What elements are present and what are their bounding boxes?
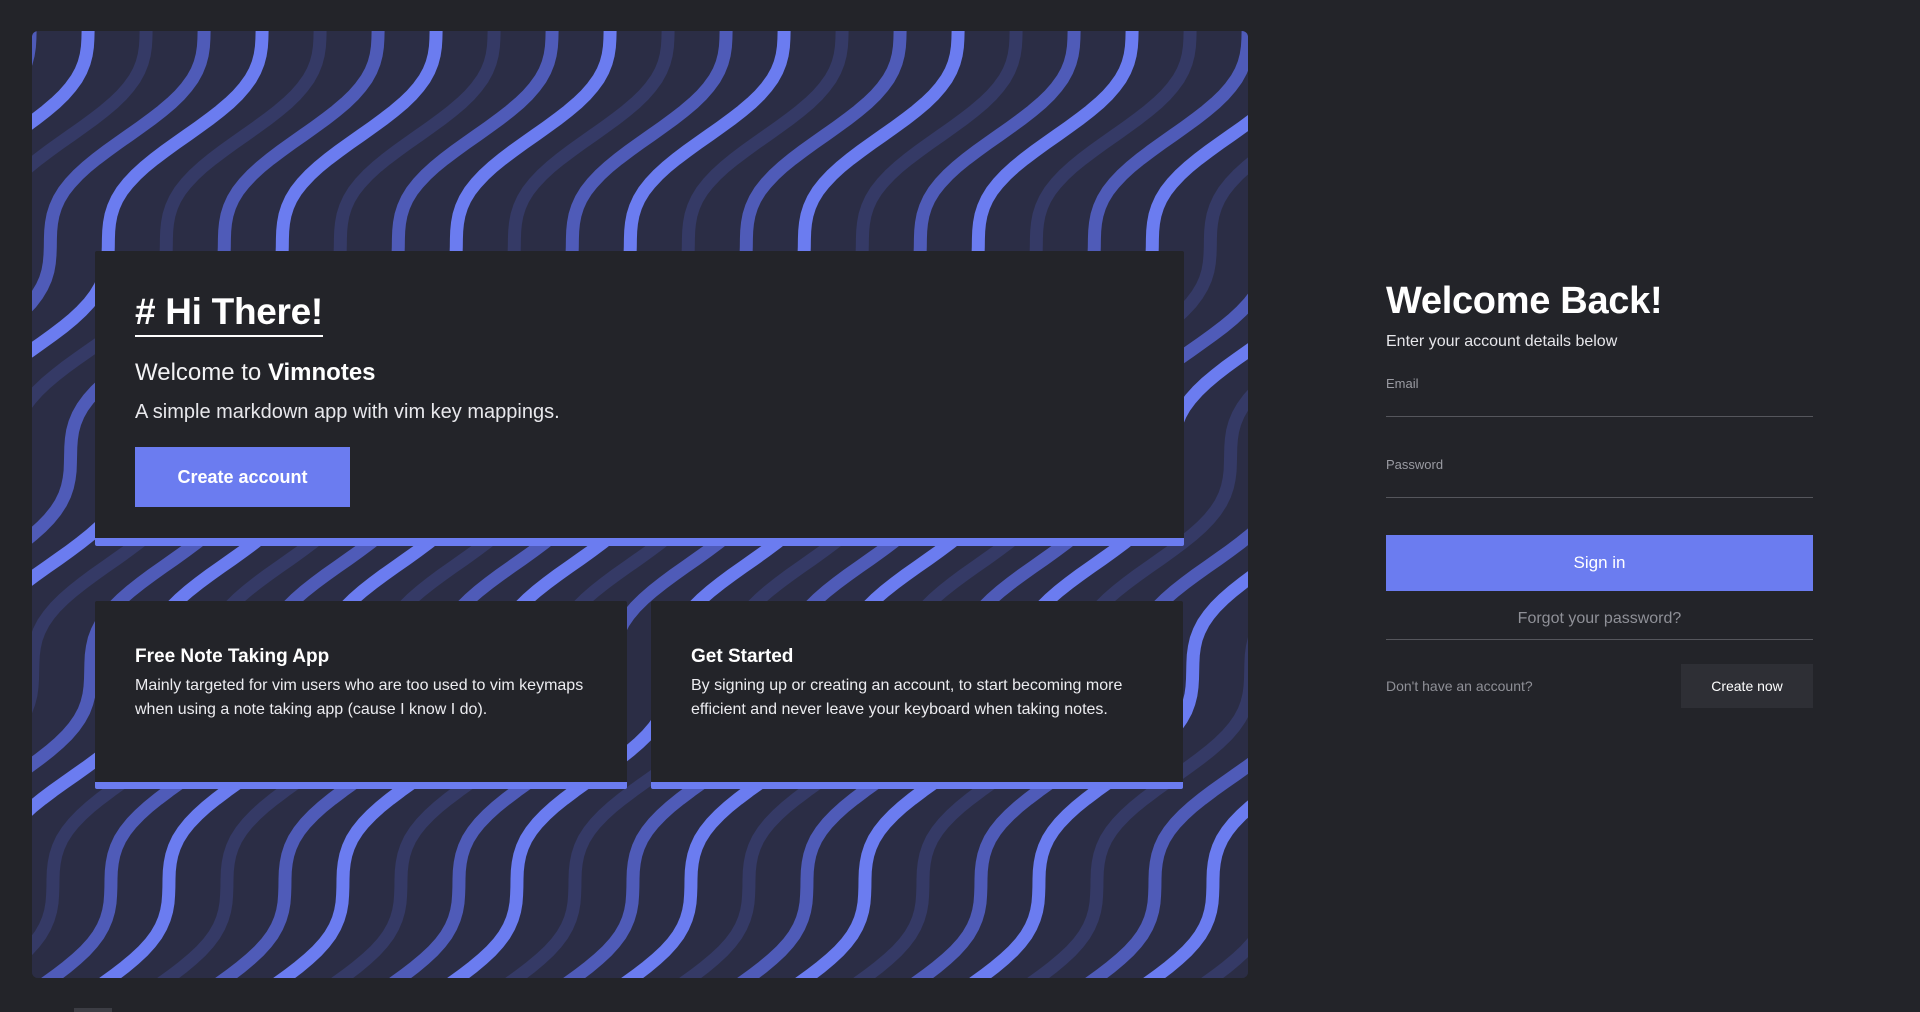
password-label: Password bbox=[1386, 457, 1444, 472]
hero-panel: # Hi There! Welcome to Vimnotes A simple… bbox=[32, 31, 1248, 978]
signin-panel: Welcome Back! Enter your account details… bbox=[1386, 280, 1813, 708]
email-field-group: Email bbox=[1386, 376, 1813, 417]
app-name: Vimnotes bbox=[267, 359, 376, 386]
bottom-edge-mark bbox=[74, 1008, 112, 1012]
welcome-prefix: Welcome to bbox=[135, 359, 268, 386]
feature-card-get-started: Get Started By signing up or creating an… bbox=[651, 601, 1183, 789]
register-row: Don't have an account? Create now bbox=[1386, 664, 1813, 708]
tagline: A simple markdown app with vim key mappi… bbox=[135, 401, 560, 423]
create-account-button[interactable]: Create account bbox=[135, 447, 350, 507]
sign-in-button[interactable]: Sign in bbox=[1386, 535, 1813, 591]
intro-card: # Hi There! Welcome to Vimnotes A simple… bbox=[95, 251, 1184, 546]
intro-heading: # Hi There! bbox=[135, 291, 323, 337]
welcome-line: Welcome to Vimnotes bbox=[135, 359, 1144, 387]
password-field[interactable] bbox=[1386, 476, 1813, 493]
feature-card-body: By signing up or creating an account, to… bbox=[691, 677, 1123, 718]
signin-subtitle: Enter your account details below bbox=[1386, 333, 1618, 350]
feature-card-title: Get Started bbox=[691, 646, 794, 667]
password-field-group: Password bbox=[1386, 457, 1813, 498]
signin-title: Welcome Back! bbox=[1386, 280, 1663, 322]
create-now-button[interactable]: Create now bbox=[1681, 664, 1813, 708]
email-label: Email bbox=[1386, 376, 1419, 391]
feature-card-body: Mainly targeted for vim users who are to… bbox=[135, 677, 584, 718]
signin-divider bbox=[1386, 639, 1813, 640]
login-page: # Hi There! Welcome to Vimnotes A simple… bbox=[0, 0, 1920, 1012]
feature-card-title: Free Note Taking App bbox=[135, 646, 330, 667]
email-field[interactable] bbox=[1386, 395, 1813, 412]
feature-card-note-taking: Free Note Taking App Mainly targeted for… bbox=[95, 601, 627, 789]
no-account-text: Don't have an account? bbox=[1386, 678, 1533, 694]
forgot-password-link[interactable]: Forgot your password? bbox=[1386, 610, 1813, 628]
